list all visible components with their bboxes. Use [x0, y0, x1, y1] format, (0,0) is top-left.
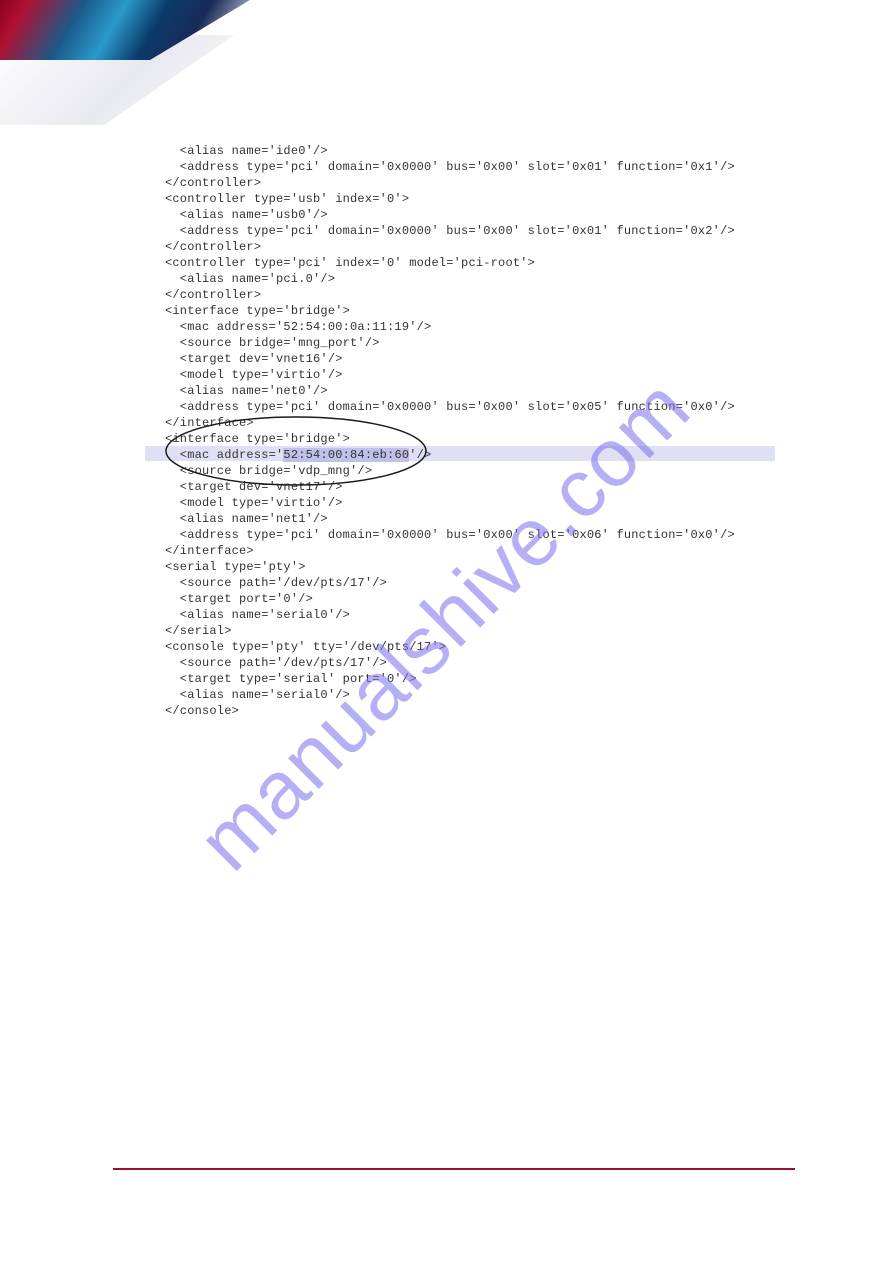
code-line: <address type='pci' domain='0x0000' bus=… [165, 224, 735, 238]
code-line: </controller> [165, 240, 261, 254]
header-banner-color [0, 0, 250, 60]
code-line: <serial type='pty'> [165, 560, 306, 574]
code-line: <console type='pty' tty='/dev/pts/17'> [165, 640, 446, 654]
code-line: </serial> [165, 624, 232, 638]
code-line: <address type='pci' domain='0x0000' bus=… [165, 528, 735, 542]
code-line: <alias name='net1'/> [165, 512, 328, 526]
code-line: <alias name='pci.0'/> [165, 272, 335, 286]
code-line: <target type='serial' port='0'/> [165, 672, 417, 686]
code-line: </interface> [165, 544, 254, 558]
code-line: <alias name='serial0'/> [165, 608, 350, 622]
code-line: <address type='pci' domain='0x0000' bus=… [165, 160, 735, 174]
code-line: <source path='/dev/pts/17'/> [165, 576, 387, 590]
code-line: <alias name='ide0'/> [165, 144, 328, 158]
circle-annotation [162, 414, 430, 488]
code-line: <source bridge='mng_port'/> [165, 336, 380, 350]
code-line: <model type='virtio'/> [165, 496, 343, 510]
code-line: </controller> [165, 288, 261, 302]
code-line: <controller type='usb' index='0'> [165, 192, 409, 206]
footer-divider [113, 1168, 795, 1170]
code-line: <address type='pci' domain='0x0000' bus=… [165, 400, 735, 414]
code-line: <controller type='pci' index='0' model='… [165, 256, 535, 270]
code-line: <model type='virtio'/> [165, 368, 343, 382]
code-line: </console> [165, 704, 239, 718]
code-line: <alias name='usb0'/> [165, 208, 328, 222]
document-page: <alias name='ide0'/> <address type='pci'… [0, 0, 893, 1263]
code-line: <source path='/dev/pts/17'/> [165, 656, 387, 670]
code-line: <alias name='serial0'/> [165, 688, 350, 702]
code-line: <target port='0'/> [165, 592, 313, 606]
code-line: <mac address='52:54:00:0a:11:19'/> [165, 320, 431, 334]
code-line: <target dev='vnet16'/> [165, 352, 343, 366]
code-line: </controller> [165, 176, 261, 190]
code-line: <alias name='net0'/> [165, 384, 328, 398]
code-line: <interface type='bridge'> [165, 304, 350, 318]
